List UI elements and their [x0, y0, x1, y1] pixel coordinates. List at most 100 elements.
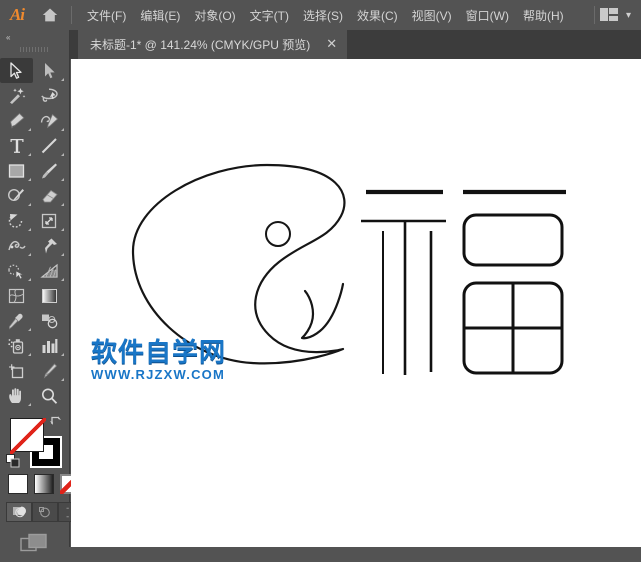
tool-flyout-indicator — [61, 178, 64, 181]
tool-flyout-indicator — [28, 328, 31, 331]
color-swatch-button[interactable] — [8, 474, 28, 494]
rotate-tool[interactable] — [0, 208, 33, 233]
tool-flyout-indicator — [61, 78, 64, 81]
tool-flyout-indicator — [61, 253, 64, 256]
menu-file[interactable]: 文件(F) — [80, 4, 133, 27]
illustrator-window: Ai 文件(F) 编辑(E) 对象(O) 文字(T) 选择(S) 效果(C) 视… — [0, 0, 641, 552]
tool-row — [0, 83, 69, 108]
symbol-sprayer-tool[interactable] — [0, 333, 33, 358]
tool-flyout-indicator — [61, 203, 64, 206]
tool-row — [0, 308, 69, 333]
shape-builder-tool[interactable] — [0, 258, 33, 283]
tools-grid — [0, 58, 69, 408]
document-tab-bar: 未标题-1* @ 141.24% (CMYK/GPU 预览) ✕ — [70, 30, 641, 59]
rectangle-tool[interactable] — [0, 158, 33, 183]
close-icon[interactable]: ✕ — [326, 38, 337, 51]
fu-mouth-rounded-rect — [462, 213, 564, 267]
menu-items: 文件(F) 编辑(E) 对象(O) 文字(T) 选择(S) 效果(C) 视图(V… — [80, 4, 571, 27]
tool-row — [0, 108, 69, 133]
tool-row — [0, 183, 69, 208]
artboard-tool[interactable] — [0, 358, 33, 383]
mesh-tool[interactable] — [0, 283, 33, 308]
scale-tool[interactable] — [33, 208, 66, 233]
default-fill-stroke-icon[interactable] — [6, 454, 20, 468]
chevron-down-icon[interactable]: ▾ — [626, 10, 631, 21]
fill-type-buttons — [8, 474, 80, 494]
fish-body-outline — [131, 163, 346, 365]
tools-panel: « — [0, 30, 84, 552]
gradient-tool[interactable] — [33, 283, 66, 308]
gradient-swatch-button[interactable] — [34, 474, 54, 494]
free-transform-tool[interactable] — [33, 233, 66, 258]
draw-normal-mode[interactable] — [6, 502, 32, 522]
menu-select[interactable]: 选择(S) — [296, 4, 350, 27]
shaper-tool[interactable] — [0, 183, 33, 208]
menu-object[interactable]: 对象(O) — [187, 4, 242, 27]
tool-flyout-indicator — [28, 253, 31, 256]
document-tab-label: 未标题-1* @ 141.24% (CMYK/GPU 预览) — [90, 38, 311, 52]
menu-type[interactable]: 文字(T) — [243, 4, 296, 27]
tool-flyout-indicator — [61, 353, 64, 356]
tool-flyout-indicator — [28, 128, 31, 131]
document-tab[interactable]: 未标题-1* @ 141.24% (CMYK/GPU 预览) ✕ — [78, 30, 348, 59]
menu-divider — [71, 6, 72, 24]
tool-row — [0, 158, 69, 183]
tool-row — [0, 283, 69, 308]
hand-tool[interactable] — [0, 383, 33, 408]
fill-swatch[interactable] — [10, 418, 46, 454]
home-icon[interactable] — [34, 0, 66, 30]
fish-eye-circle — [265, 221, 291, 247]
zoom-tool[interactable] — [33, 383, 66, 408]
curvature-tool[interactable] — [33, 108, 66, 133]
tool-row — [0, 208, 69, 233]
menu-effect[interactable]: 效果(C) — [350, 4, 405, 27]
collapse-panel-button[interactable]: « — [0, 30, 69, 44]
tool-flyout-indicator — [28, 278, 31, 281]
tool-flyout-indicator — [61, 228, 64, 231]
blend-tool[interactable] — [33, 308, 66, 333]
paintbrush-tool[interactable] — [33, 158, 66, 183]
pen-tool[interactable] — [0, 108, 33, 133]
tool-row — [0, 383, 69, 408]
tool-row — [0, 258, 69, 283]
selection-tool[interactable] — [0, 58, 33, 83]
color-controls — [0, 412, 84, 562]
tool-flyout-indicator — [28, 178, 31, 181]
swap-fill-stroke-icon[interactable] — [49, 414, 63, 428]
lasso-tool[interactable] — [33, 83, 66, 108]
tool-flyout-indicator — [61, 278, 64, 281]
column-graph-tool[interactable] — [33, 333, 66, 358]
panel-drag-handle[interactable] — [0, 44, 69, 54]
artboard-canvas[interactable]: 软件自学网 WWW.RJZXW.COM — [71, 59, 641, 547]
direct-selection-tool[interactable] — [33, 58, 66, 83]
tool-row — [0, 133, 69, 158]
tool-row — [0, 58, 69, 83]
tool-flyout-indicator — [61, 128, 64, 131]
menu-bar: Ai 文件(F) 编辑(E) 对象(O) 文字(T) 选择(S) 效果(C) 视… — [0, 0, 641, 30]
tool-flyout-indicator — [28, 228, 31, 231]
eyedropper-tool[interactable] — [0, 308, 33, 333]
width-tool[interactable] — [0, 233, 33, 258]
workspace-switcher-icon[interactable] — [599, 8, 620, 22]
line-segment-tool[interactable] — [33, 133, 66, 158]
tool-row — [0, 333, 69, 358]
tool-row — [0, 358, 69, 383]
perspective-grid-tool[interactable] — [33, 258, 66, 283]
menu-bar-right: ▾ — [589, 0, 637, 30]
tool-flyout-indicator — [28, 203, 31, 206]
slice-tool[interactable] — [33, 358, 66, 383]
tool-flyout-indicator — [28, 153, 31, 156]
menu-view[interactable]: 视图(V) — [405, 4, 459, 27]
menu-edit[interactable]: 编辑(E) — [133, 4, 187, 27]
fish-tail-fin — [300, 282, 345, 340]
change-screen-mode-button[interactable] — [0, 530, 70, 558]
tool-flyout-indicator — [28, 353, 31, 356]
magic-wand-tool[interactable] — [0, 83, 33, 108]
type-tool[interactable] — [0, 133, 33, 158]
menu-help[interactable]: 帮助(H) — [516, 4, 571, 27]
eraser-tool[interactable] — [33, 183, 66, 208]
app-logo: Ai — [9, 5, 25, 24]
draw-behind-mode[interactable] — [32, 502, 58, 522]
tool-flyout-indicator — [28, 403, 31, 406]
menu-window[interactable]: 窗口(W) — [459, 4, 516, 27]
